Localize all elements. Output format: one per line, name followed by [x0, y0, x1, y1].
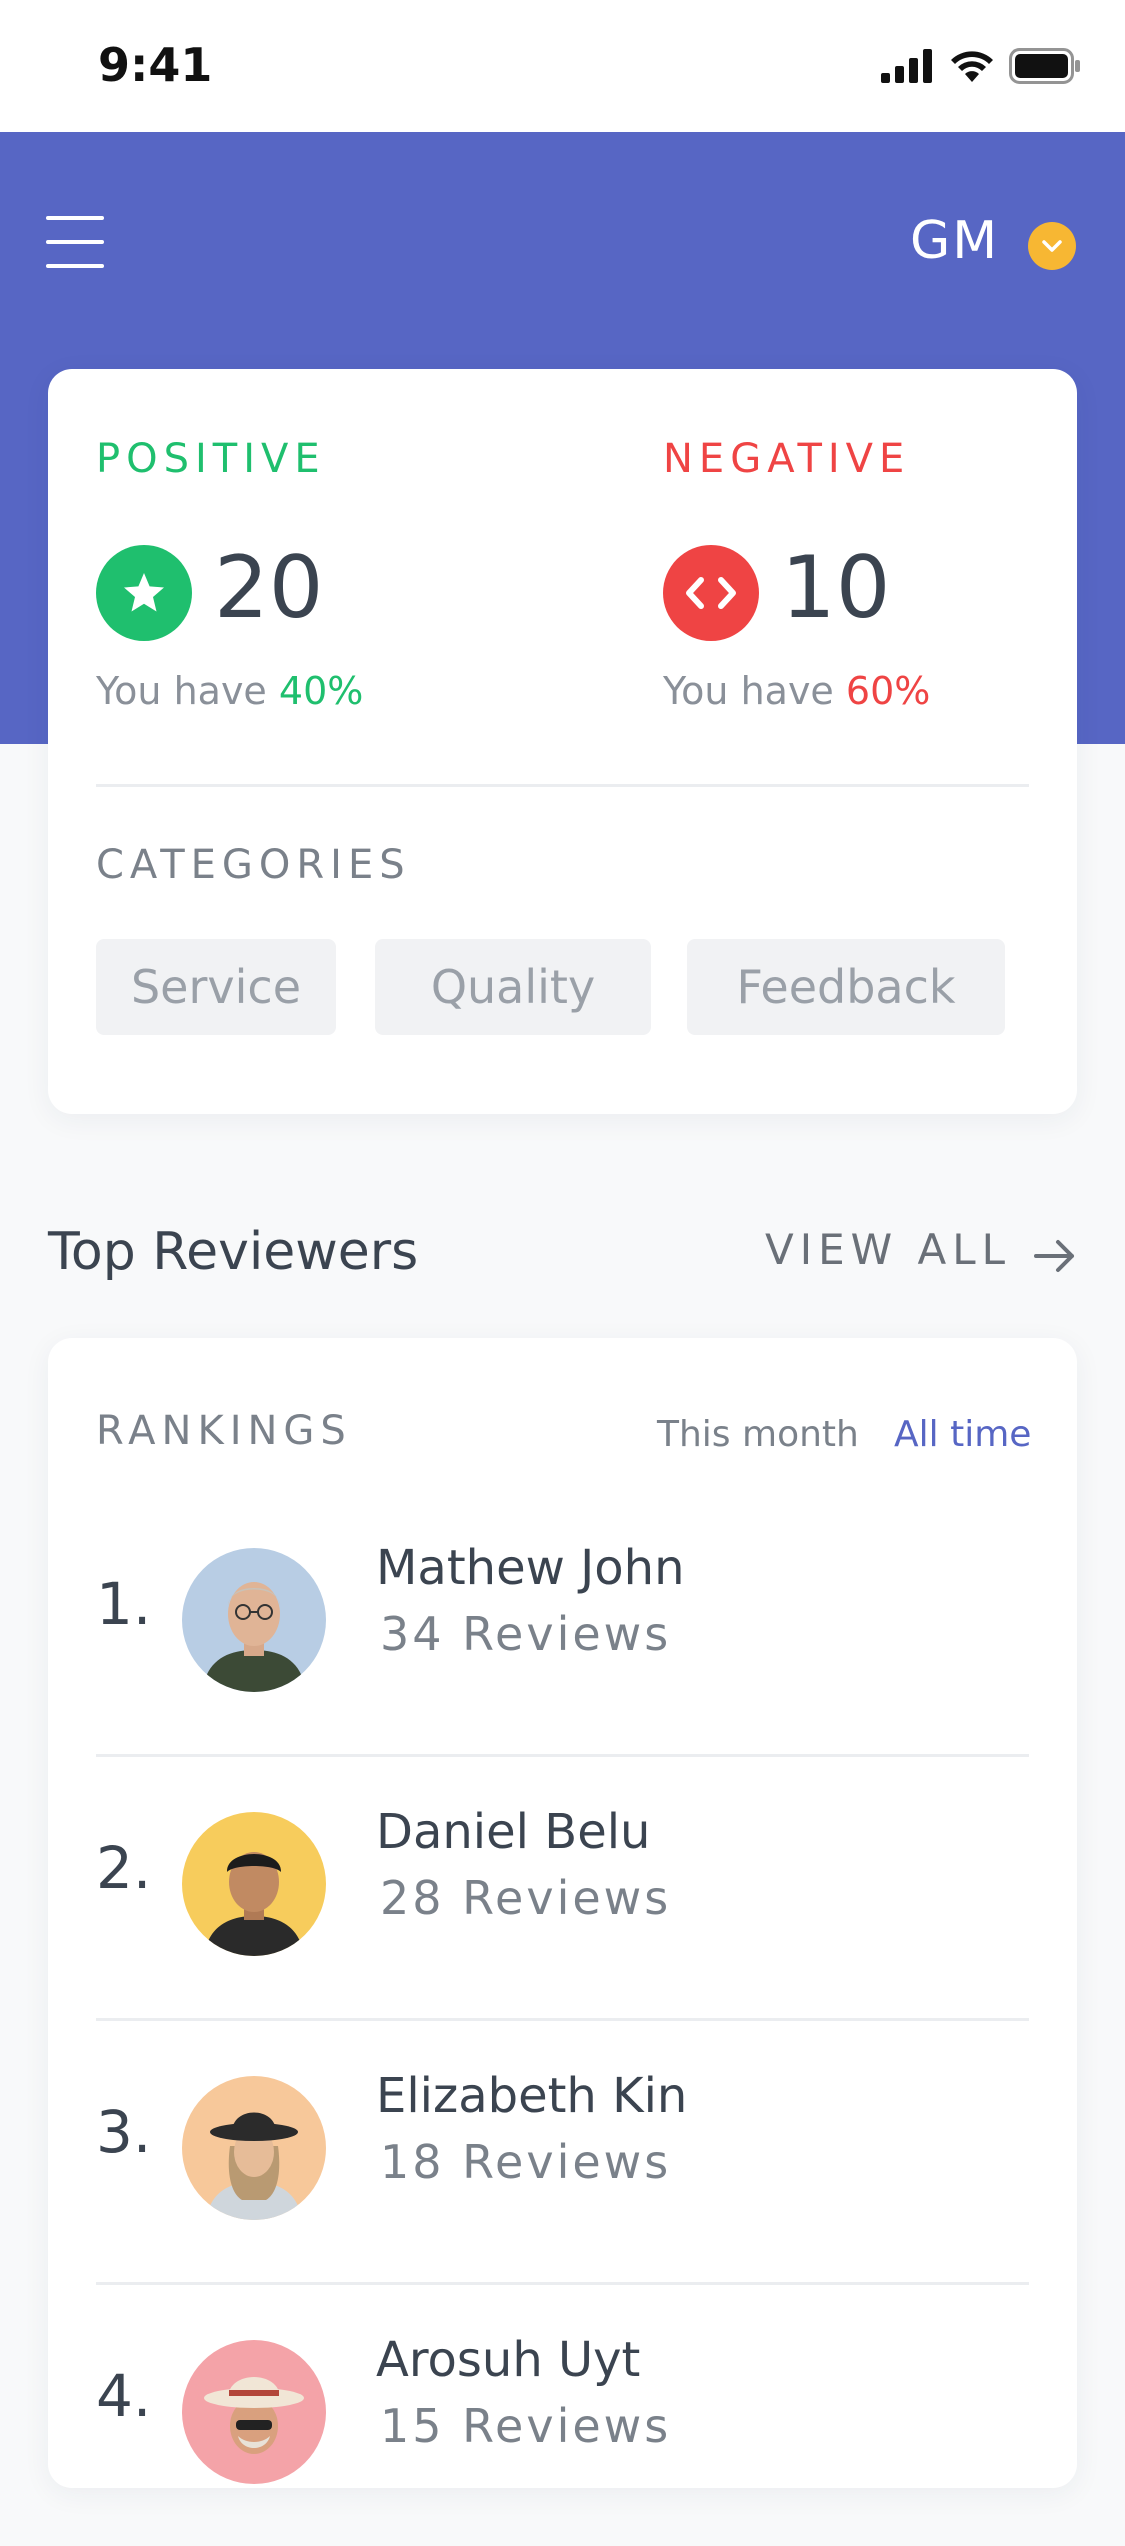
reviewer-name: Arosuh Uyt — [376, 2332, 641, 2388]
list-item[interactable]: 4. Arosuh Uyt 15 Reviews — [96, 2282, 1029, 2546]
category-chip-quality[interactable]: Quality — [375, 939, 651, 1035]
negative-note: You have 60% — [663, 669, 931, 713]
positive-label: POSITIVE — [96, 436, 326, 482]
review-count: 28 Reviews — [380, 1871, 672, 1925]
chevron-down-icon[interactable] — [1028, 222, 1076, 270]
negative-percent: 60% — [845, 669, 931, 713]
negative-count: 10 — [781, 538, 891, 638]
star-icon — [96, 545, 192, 641]
rank-number: 1. — [96, 1570, 152, 1638]
categories-label: CATEGORIES — [96, 842, 411, 888]
status-icons — [881, 46, 1081, 86]
category-chip-service[interactable]: Service — [96, 939, 336, 1035]
wifi-icon — [951, 51, 993, 82]
battery-icon — [1009, 48, 1080, 84]
status-bar: 9:41 — [0, 0, 1125, 132]
filter-all-time[interactable]: All time — [894, 1414, 1031, 1455]
rank-number: 2. — [96, 1834, 152, 1902]
reviewer-name: Mathew John — [376, 1540, 685, 1596]
filter-this-month[interactable]: This month — [657, 1414, 859, 1455]
positive-note: You have 40% — [96, 669, 364, 713]
status-time: 9:41 — [98, 38, 213, 92]
code-icon — [663, 545, 759, 641]
reviewer-name: Elizabeth Kin — [376, 2068, 688, 2124]
user-initials[interactable]: GM — [910, 211, 999, 271]
positive-count: 20 — [214, 538, 324, 638]
avatar — [182, 1548, 326, 1692]
review-count: 18 Reviews — [380, 2135, 672, 2189]
category-chip-feedback[interactable]: Feedback — [687, 939, 1005, 1035]
arrow-right-icon[interactable] — [1032, 1236, 1078, 1276]
stats-divider — [96, 784, 1029, 787]
menu-icon[interactable] — [46, 216, 104, 268]
rank-number: 3. — [96, 2098, 152, 2166]
review-count: 15 Reviews — [380, 2399, 672, 2453]
negative-label: NEGATIVE — [663, 436, 911, 482]
avatar — [182, 2076, 326, 2220]
top-reviewers-title: Top Reviewers — [48, 1222, 419, 1282]
review-count: 34 Reviews — [380, 1607, 672, 1661]
rank-number: 4. — [96, 2362, 152, 2430]
avatar — [182, 2340, 326, 2484]
list-item[interactable]: 1. Mathew John 34 Reviews — [96, 1490, 1029, 1757]
list-item[interactable]: 3. Elizabeth Kin 18 Reviews — [96, 2018, 1029, 2285]
reviewer-name: Daniel Belu — [376, 1804, 651, 1860]
signal-icon — [881, 49, 932, 83]
positive-percent: 40% — [278, 669, 364, 713]
rankings-label: RANKINGS — [96, 1408, 352, 1454]
avatar — [182, 1812, 326, 1956]
list-item[interactable]: 2. Daniel Belu 28 Reviews — [96, 1754, 1029, 2021]
view-all-link[interactable]: VIEW ALL — [765, 1225, 1011, 1274]
